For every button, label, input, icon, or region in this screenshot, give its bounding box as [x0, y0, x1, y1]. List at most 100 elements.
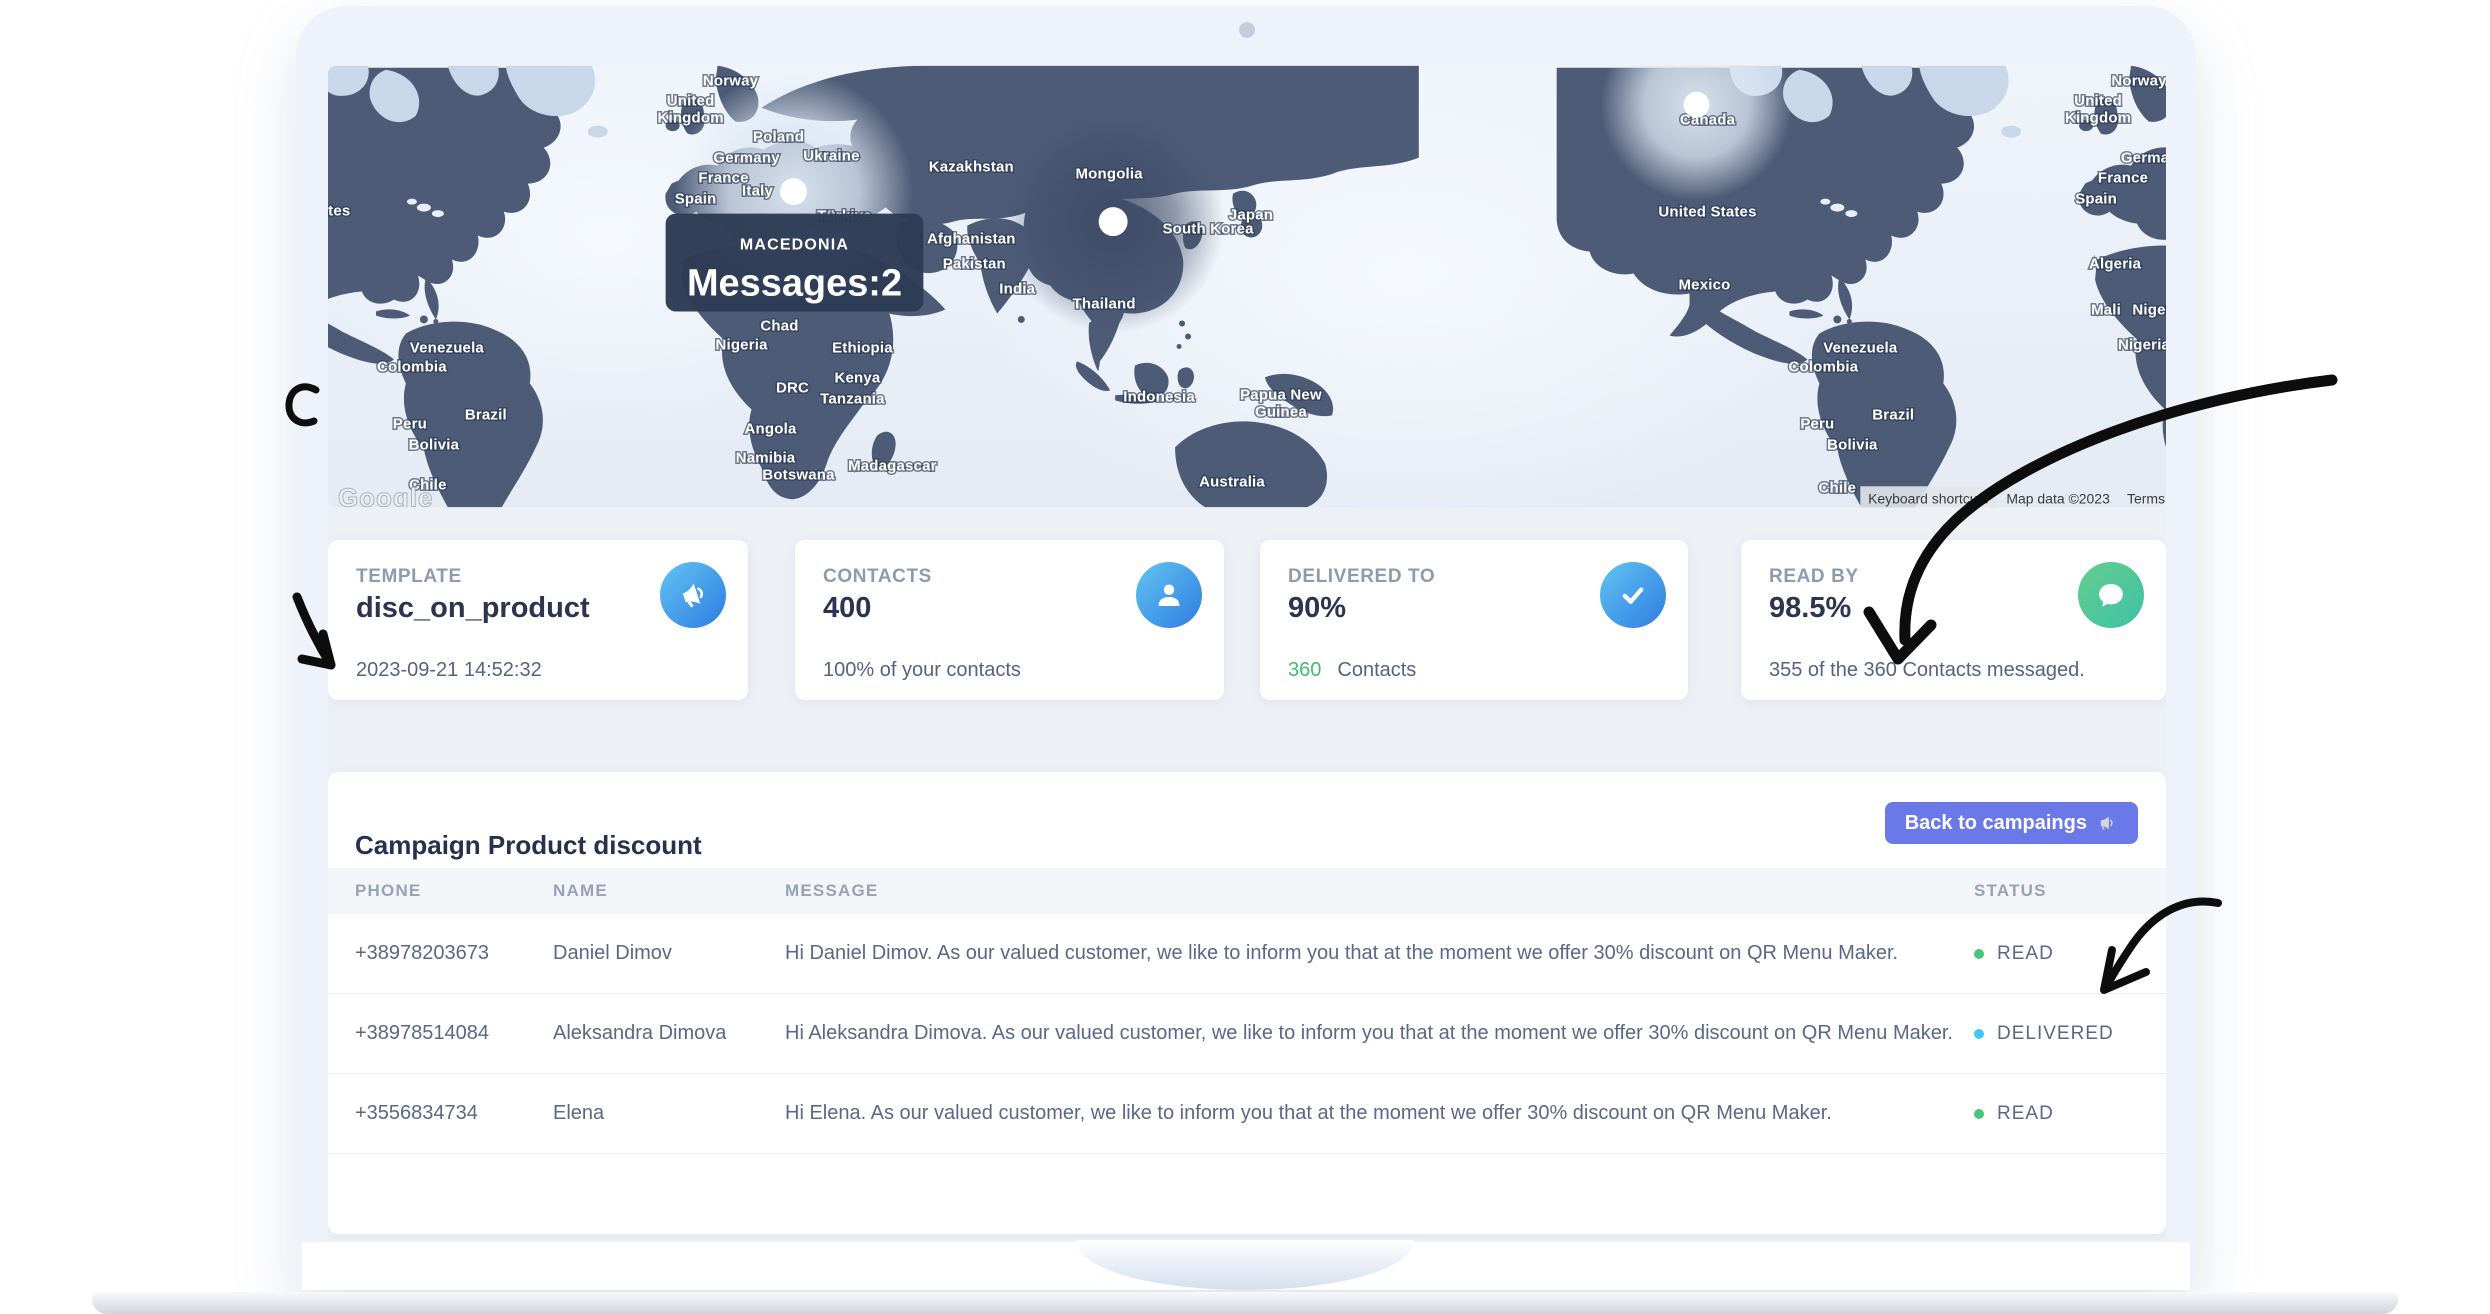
map-country-label: Mali [2091, 301, 2121, 318]
map-country-label: Germany [2121, 150, 2166, 167]
tooltip-messages: Messages:2 [687, 262, 902, 304]
cell-status: READ [1974, 1103, 2166, 1125]
stat-value: disc_on_product [356, 592, 590, 625]
map-country-label: Venezuela [1823, 339, 1898, 356]
laptop-base [92, 1292, 2398, 1314]
cell-message: Hi Elena. As our valued customer, we lik… [785, 1102, 1974, 1125]
stat-value: 90% [1288, 592, 1346, 625]
column-header-status: STATUS [1974, 881, 2166, 901]
map-country-label: Peru [1800, 415, 1834, 432]
table-row: +38978203673Daniel DimovHi Daniel Dimov.… [328, 914, 2166, 994]
map-country-label: Mexico [1679, 276, 1731, 293]
stat-value: 98.5% [1769, 592, 1851, 625]
world-map[interactable]: atesNorwayUnitedKingdomPolandGermanyUkra… [328, 65, 2166, 508]
world-map-svg[interactable]: atesNorwayUnitedKingdomPolandGermanyUkra… [328, 65, 2166, 508]
map-data-label: Map data ©2023 [2006, 490, 2110, 506]
webcam-icon [1239, 22, 1255, 38]
cell-status: READ [1974, 943, 2166, 965]
cell-phone: +3556834734 [355, 1102, 553, 1125]
map-country-label: Brazil [1872, 406, 1914, 423]
map-country-label: Kenya [834, 369, 880, 386]
check-icon [1600, 562, 1666, 628]
map-country-label: Nigeria [2118, 336, 2166, 353]
terms-link[interactable]: Terms [2127, 490, 2165, 506]
stat-label: DELIVERED TO [1288, 566, 1435, 588]
google-logo[interactable]: Google [338, 482, 433, 508]
tooltip-country: MACEDONIA [740, 237, 849, 254]
map-country-label: Italy [742, 183, 773, 200]
table-header-row: PHONENAMEMESSAGESTATUS [328, 868, 2166, 914]
column-header-name: NAME [553, 881, 785, 901]
status-dot-icon [1974, 949, 1984, 959]
chat-bubble-icon [2078, 562, 2144, 628]
status-badge: READ [1997, 1103, 2054, 1125]
map-country-label: United States [1658, 204, 1756, 221]
map-country-label: India [999, 280, 1035, 297]
map-country-label: Kazakhstan [929, 159, 1014, 176]
map-country-label: Mongolia [1076, 166, 1144, 183]
canada-marker-icon[interactable] [1684, 92, 1710, 118]
map-country-label: Afghanistan [927, 231, 1016, 248]
stat-card-contacts: CONTACTS 400 100% of your contacts [795, 540, 1224, 700]
asia-marker-icon[interactable] [1099, 207, 1128, 236]
status-badge: DELIVERED [1997, 1023, 2114, 1045]
map-country-label: UnitedKingdom [2065, 93, 2131, 127]
user-icon [1136, 562, 1202, 628]
map-country-label: South Korea [1162, 221, 1254, 238]
map-country-label: Germany [713, 150, 780, 167]
cell-message: Hi Daniel Dimov. As our valued customer,… [785, 942, 1974, 965]
map-country-label: Tanzania [820, 390, 885, 407]
stat-value: 400 [823, 592, 871, 625]
back-to-campaigns-button[interactable]: Back to campaings [1885, 802, 2138, 844]
map-country-label: France [2098, 170, 2148, 187]
map-country-label: Madagascar [848, 457, 937, 474]
stat-card-delivered-to: DELIVERED TO 90% 360Contacts [1260, 540, 1688, 700]
map-country-label: Chile [1819, 479, 1857, 496]
megaphone-emoji-icon [2096, 812, 2118, 834]
map-country-label: DRC [776, 379, 809, 396]
cell-phone: +38978514084 [355, 1022, 553, 1045]
map-country-label: Ukraine [803, 148, 859, 165]
keyboard-shortcuts-link[interactable]: Keyboard shortcuts [1868, 490, 1988, 506]
stat-card-template: TEMPLATE disc_on_product 2023-09-21 14:52:… [328, 540, 748, 700]
table-row: +3556834734ElenaHi Elena. As our valued … [328, 1074, 2166, 1154]
map-country-label: Peru [393, 415, 427, 432]
map-country-label: Spain [675, 191, 717, 208]
map-country-label: Australia [1199, 473, 1265, 490]
map-tooltip: MACEDONIA Messages:2 [666, 214, 924, 312]
column-header-message: MESSAGE [785, 881, 1974, 901]
map-country-label: Thailand [1073, 295, 1136, 312]
map-country-label: Bolivia [1827, 436, 1878, 453]
map-country-label: Pakistan [943, 256, 1006, 273]
map-country-label: Chad [760, 317, 798, 334]
map-country-label: Angola [745, 420, 797, 437]
stat-label: CONTACTS [823, 566, 932, 588]
map-country-label: Indonesia [1123, 388, 1195, 405]
stat-subtext: 360Contacts [1288, 659, 1416, 682]
map-country-label: UnitedKingdom [657, 93, 723, 127]
cell-name: Daniel Dimov [553, 942, 785, 965]
map-country-label: Algeria [2089, 256, 2142, 273]
table-row: +38978514084Aleksandra DimovaHi Aleksand… [328, 994, 2166, 1074]
map-country-label: Bolivia [409, 436, 460, 453]
table-body: +38978203673Daniel DimovHi Daniel Dimov.… [328, 914, 2166, 1154]
status-badge: READ [1997, 943, 2054, 965]
laptop-frame: atesNorwayUnitedKingdomPolandGermanyUkra… [296, 6, 2196, 1290]
map-country-label: Namibia [736, 449, 796, 466]
stat-subtext: 100% of your contacts [823, 659, 1021, 682]
cell-name: Elena [553, 1102, 785, 1125]
map-country-label: Norway [703, 73, 759, 90]
map-country-label: Niger [2132, 301, 2166, 318]
europe-marker-icon[interactable] [780, 178, 807, 205]
stat-subtext: 2023-09-21 14:52:32 [356, 659, 542, 682]
column-header-phone: PHONE [355, 881, 553, 901]
map-country-label: Brazil [465, 406, 507, 423]
stat-label: TEMPLATE [356, 566, 462, 588]
stat-subtext: 355 of the 360 Contacts messaged. [1769, 659, 2085, 682]
status-dot-icon [1974, 1109, 1984, 1119]
map-country-label: Colombia [1788, 358, 1858, 375]
back-to-campaigns-label: Back to campaings [1905, 812, 2087, 835]
cell-message: Hi Aleksandra Dimova. As our valued cust… [785, 1022, 1974, 1045]
map-country-label: Poland [753, 129, 804, 146]
map-country-label: Venezuela [410, 339, 485, 356]
